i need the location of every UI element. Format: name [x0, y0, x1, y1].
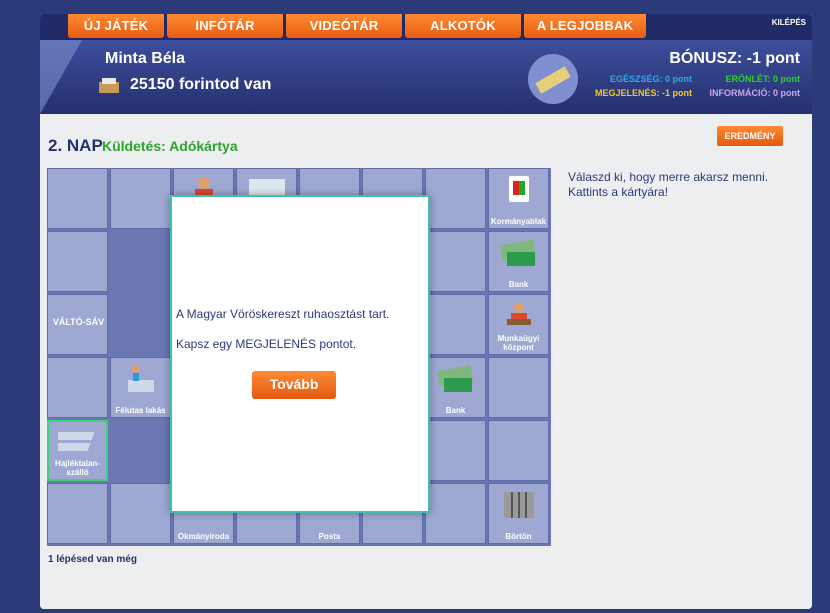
corner-decoration	[40, 40, 82, 114]
nav-best-button[interactable]: A LEGJOBBAK	[524, 14, 646, 38]
board-cell-kormanyablak[interactable]: Kormányablak	[488, 168, 549, 229]
result-button[interactable]: EREDMÉNY	[717, 126, 783, 146]
stat-energy: ERŐNLÉT: 0 pont	[725, 74, 801, 84]
board-cell[interactable]	[47, 231, 108, 292]
board-cell[interactable]	[425, 420, 486, 481]
board-cell[interactable]	[488, 420, 549, 481]
steps-remaining: 1 lépésed van még	[48, 554, 137, 565]
game-frame: ÚJ JÁTÉK INFÓTÁR VIDEÓTÁR ALKOTÓK A LEGJ…	[40, 14, 812, 609]
top-nav: ÚJ JÁTÉK INFÓTÁR VIDEÓTÁR ALKOTÓK A LEGJ…	[40, 14, 812, 40]
office-worker-icon	[504, 301, 534, 332]
stat-information: INFORMÁCIÓ: 0 pont	[709, 88, 801, 98]
mission-label: Küldetés: Adókártya	[102, 138, 238, 154]
beds-icon	[51, 428, 98, 459]
instruction-text: Válaszd ki, hogy merre akarsz menni. Kat…	[568, 170, 769, 199]
board-cell[interactable]	[110, 168, 171, 229]
valto-sav-logo: VÁLTÓ-SÁV	[52, 317, 105, 327]
player-money: 25150 forintod van	[130, 76, 272, 93]
nav-infotar-button[interactable]: INFÓTÁR	[167, 14, 283, 38]
continue-button[interactable]: Tovább	[252, 371, 336, 399]
board-cell-munkaugyi[interactable]: Munkaügyi központ	[488, 294, 549, 355]
board-cell-bank[interactable]: Bank	[488, 231, 549, 292]
ticket-icon	[528, 54, 578, 104]
dialog-message-line2: Kapsz egy MEGJELENÉS pontot.	[176, 337, 357, 351]
board-cell[interactable]	[425, 168, 486, 229]
board-cell-borton[interactable]: Börtön	[488, 483, 549, 544]
prison-icon	[502, 490, 536, 525]
money-icon	[436, 364, 476, 399]
nav-new-game-button[interactable]: ÚJ JÁTÉK	[68, 14, 164, 38]
stat-health: EGÉSZSÉG: 0 pont	[609, 74, 692, 84]
board-cell[interactable]	[47, 483, 108, 544]
dialog-message-line1: A Magyar Vöröskereszt ruhaosztást tart.	[176, 307, 390, 321]
event-dialog: A Magyar Vöröskereszt ruhaosztást tart. …	[170, 195, 430, 513]
board-cell-felutas[interactable]: Félutas lakás	[110, 357, 171, 418]
board-cell[interactable]	[425, 231, 486, 292]
person-stairs-icon	[124, 364, 158, 399]
board-cell[interactable]	[425, 294, 486, 355]
board-cell[interactable]	[47, 357, 108, 418]
board-cell[interactable]	[110, 483, 171, 544]
board-cell-bank[interactable]: Bank	[425, 357, 486, 418]
coat-of-arms-icon	[508, 175, 530, 208]
board-cell[interactable]	[425, 483, 486, 544]
logout-link[interactable]: KILÉPÉS	[772, 18, 806, 27]
stat-appearance: MEGJELENÉS: -1 pont	[594, 88, 692, 98]
board-cell[interactable]	[47, 168, 108, 229]
nav-videotar-button[interactable]: VIDEÓTÁR	[286, 14, 402, 38]
day-label: 2. NAP	[48, 136, 103, 155]
bonus-score: BÓNUSZ: -1 pont	[669, 50, 800, 67]
board-cell[interactable]	[488, 357, 549, 418]
board-cell[interactable]: VÁLTÓ-SÁV	[47, 294, 108, 355]
nav-alkotok-button[interactable]: ALKOTÓK	[405, 14, 521, 38]
board-cell-hajlektalan[interactable]: Hajléktalan-szálló	[47, 420, 108, 481]
player-name: Minta Béla	[105, 50, 186, 67]
wallet-icon	[98, 76, 120, 94]
money-icon	[499, 238, 539, 273]
